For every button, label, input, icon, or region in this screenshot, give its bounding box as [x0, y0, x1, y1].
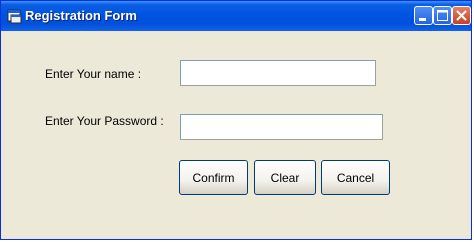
maximize-button[interactable] — [433, 6, 452, 25]
window-title: Registration Form — [25, 8, 137, 23]
title-bar[interactable]: Registration Form — [1, 1, 471, 31]
clear-button[interactable]: Clear — [254, 160, 316, 195]
close-button[interactable] — [452, 6, 471, 25]
name-label: Enter Your name : — [45, 67, 142, 81]
password-label: Enter Your Password : — [45, 114, 164, 128]
registration-window: Registration Form Enter Your name : Ente… — [0, 0, 472, 240]
minimize-button[interactable] — [414, 6, 433, 25]
name-input[interactable] — [180, 60, 376, 86]
close-icon — [456, 10, 467, 21]
cancel-button[interactable]: Cancel — [321, 160, 390, 195]
password-input[interactable] — [180, 114, 383, 140]
minimize-icon — [419, 18, 426, 21]
maximize-icon — [437, 10, 448, 21]
app-icon[interactable] — [7, 8, 23, 24]
confirm-button[interactable]: Confirm — [179, 160, 248, 195]
